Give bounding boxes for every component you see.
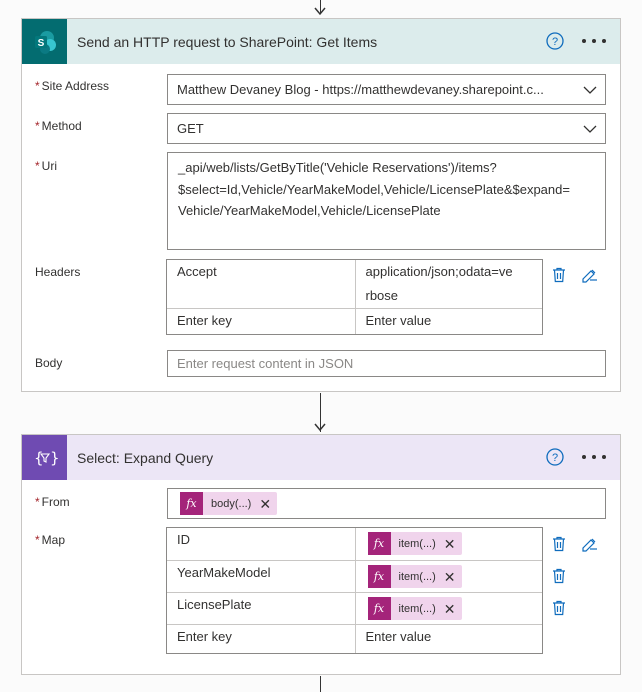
- bottom-connector-line: [320, 676, 321, 692]
- site-address-dropdown[interactable]: Matthew Devaney Blog - https://matthewde…: [167, 74, 606, 105]
- token-label: item(...): [398, 602, 436, 615]
- map-value-input[interactable]: fx item(...) ✕: [354, 528, 543, 560]
- expression-token[interactable]: fx item(...) ✕: [367, 532, 462, 555]
- http-action-title: Send an HTTP request to SharePoint: Get …: [77, 33, 378, 50]
- map-value-input[interactable]: fx item(...) ✕: [354, 593, 543, 624]
- uri-line: _api/web/lists/GetByTitle('Vehicle Reser…: [178, 160, 497, 175]
- header-key-input[interactable]: Accept: [167, 260, 355, 308]
- trash-icon[interactable]: [550, 567, 568, 585]
- token-label: item(...): [398, 570, 436, 583]
- table-row: YearMakeModel fx item(...) ✕: [167, 560, 542, 592]
- arrow-down-icon: [314, 423, 326, 432]
- uri-label: * Uri: [35, 159, 57, 173]
- header-value-line: application/json;odata=ve: [365, 264, 513, 279]
- arrow-down-icon: [314, 7, 326, 16]
- fx-icon: fx: [367, 532, 391, 555]
- headers-label: Headers: [35, 265, 81, 279]
- map-key-input[interactable]: YearMakeModel: [167, 561, 355, 592]
- trash-icon[interactable]: [550, 599, 568, 617]
- svg-text:}: }: [50, 449, 58, 467]
- table-row: ID fx item(...) ✕: [167, 528, 542, 560]
- close-icon[interactable]: ✕: [444, 570, 456, 584]
- close-icon[interactable]: ✕: [444, 537, 456, 551]
- site-address-value: Matthew Devaney Blog - https://matthewde…: [177, 82, 544, 97]
- fx-icon: fx: [367, 597, 391, 620]
- table-row: LicensePlate fx item(...) ✕: [167, 592, 542, 624]
- chevron-down-icon: [583, 86, 597, 94]
- map-value-input[interactable]: fx item(...) ✕: [354, 561, 543, 592]
- table-row: Enter key Enter value: [167, 308, 542, 334]
- http-request-action-card: S Send an HTTP request to SharePoint: Ge…: [21, 18, 621, 392]
- body-input[interactable]: Enter request content in JSON: [167, 350, 606, 377]
- map-label: * Map: [35, 533, 66, 547]
- fx-icon: fx: [367, 565, 391, 588]
- header-value-input[interactable]: application/json;odata=ve rbose: [354, 260, 543, 308]
- sharepoint-app-icon: S: [22, 19, 67, 64]
- ellipsis-icon[interactable]: [582, 31, 606, 51]
- header-value-line: rbose: [365, 288, 399, 303]
- map-table: ID fx item(...) ✕ YearMakeModel fx item(…: [166, 527, 543, 654]
- trash-icon[interactable]: [550, 535, 568, 553]
- map-key-input[interactable]: Enter key: [167, 625, 355, 653]
- from-label: * From: [35, 495, 70, 509]
- from-input[interactable]: fx body(...) ✕: [167, 488, 606, 519]
- headers-table: Accept application/json;odata=ve rbose E…: [166, 259, 543, 335]
- token-label: body(...): [211, 497, 252, 510]
- svg-text:?: ?: [552, 452, 558, 464]
- method-value: GET: [177, 121, 204, 136]
- chevron-down-icon: [583, 125, 597, 133]
- token-label: item(...): [398, 537, 436, 550]
- svg-text:S: S: [37, 38, 44, 49]
- method-dropdown[interactable]: GET: [167, 113, 606, 144]
- close-icon[interactable]: ✕: [259, 497, 271, 511]
- help-circle-icon[interactable]: ?: [546, 448, 564, 466]
- method-label: * Method: [35, 119, 82, 133]
- data-operation-app-icon: { }: [22, 435, 67, 480]
- help-circle-icon[interactable]: ?: [546, 32, 564, 50]
- table-row: Accept application/json;odata=ve rbose: [167, 260, 542, 308]
- select-action-card: { } Select: Expand Query ? *From fx body…: [21, 434, 621, 675]
- map-value-input[interactable]: Enter value: [354, 625, 543, 653]
- map-key-input[interactable]: LicensePlate: [167, 593, 355, 624]
- site-address-label: * Site Address: [35, 79, 110, 93]
- uri-line: Vehicle/YearMakeModel,Vehicle/LicensePla…: [178, 203, 441, 218]
- svg-text:{: {: [34, 449, 44, 467]
- fx-icon: fx: [180, 492, 203, 515]
- svg-text:?: ?: [552, 36, 558, 48]
- uri-line: $select=Id,Vehicle/YearMakeModel,Vehicle…: [178, 181, 570, 197]
- header-value-input[interactable]: Enter value: [354, 309, 543, 334]
- sharepoint-icon: S: [34, 30, 56, 54]
- body-label: Body: [35, 356, 63, 370]
- expression-token[interactable]: fx body(...) ✕: [180, 492, 278, 515]
- table-row: Enter key Enter value: [167, 624, 542, 653]
- switch-mode-icon[interactable]: [581, 535, 599, 553]
- switch-mode-icon[interactable]: [581, 266, 599, 284]
- select-action-title: Select: Expand Query: [77, 449, 214, 466]
- map-key-input[interactable]: ID: [167, 528, 355, 560]
- expression-token[interactable]: fx item(...) ✕: [367, 597, 462, 620]
- header-key-input[interactable]: Enter key: [167, 309, 355, 334]
- select-action-header[interactable]: { } Select: Expand Query ?: [22, 435, 620, 480]
- uri-input[interactable]: _api/web/lists/GetByTitle('Vehicle Reser…: [167, 152, 606, 250]
- trash-icon[interactable]: [550, 266, 568, 284]
- http-action-header[interactable]: S Send an HTTP request to SharePoint: Ge…: [22, 19, 620, 64]
- close-icon[interactable]: ✕: [444, 602, 456, 616]
- ellipsis-icon[interactable]: [582, 447, 606, 467]
- select-operation-icon: { }: [34, 449, 58, 467]
- expression-token[interactable]: fx item(...) ✕: [367, 565, 462, 588]
